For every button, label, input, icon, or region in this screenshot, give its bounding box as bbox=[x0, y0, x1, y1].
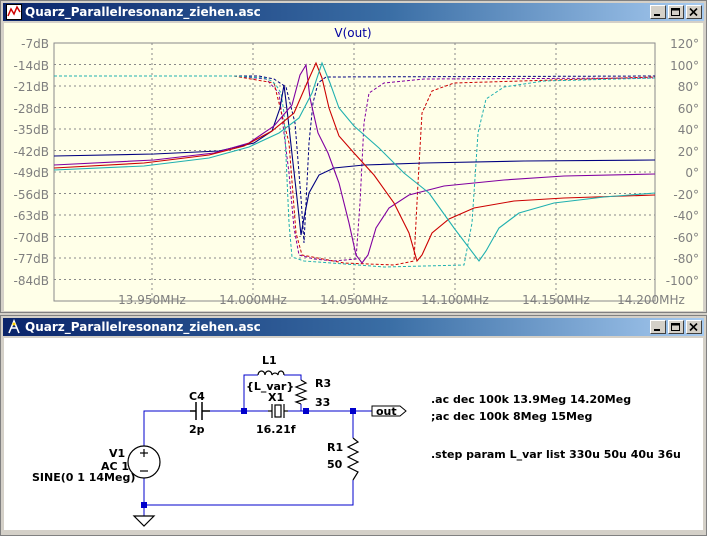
left-tick-label: -35dB bbox=[14, 123, 49, 137]
restore-icon bbox=[671, 8, 680, 16]
plot-minimize-button[interactable] bbox=[650, 5, 666, 19]
voltage-source-v1[interactable]: V1 AC 1 SINE(0 1 14Meg) bbox=[32, 445, 161, 484]
directive-ac-comment[interactable]: ;ac dec 100k 8Meg 15Meg bbox=[431, 410, 592, 423]
r1-name: R1 bbox=[327, 441, 343, 454]
left-tick-label: -21dB bbox=[14, 80, 49, 94]
x-tick-label: 14.000MHz bbox=[219, 293, 287, 307]
plot-window: Quarz_Parallelresonanz_ziehen.asc V(out)… bbox=[0, 0, 707, 313]
left-tick-label: -77dB bbox=[14, 252, 49, 266]
left-tick-label: -70dB bbox=[14, 231, 49, 245]
directive-ac[interactable]: .ac dec 100k 13.9Meg 14.20Meg bbox=[431, 393, 631, 406]
schematic-window: Quarz_Parallelresonanz_ziehen.asc C4 2p … bbox=[0, 315, 707, 536]
right-tick-label: 80° bbox=[678, 80, 699, 94]
x-tick-label: 14.150MHz bbox=[522, 293, 590, 307]
schematic-window-titlebar[interactable]: Quarz_Parallelresonanz_ziehen.asc bbox=[3, 318, 704, 336]
x-tick-label: 14.100MHz bbox=[421, 293, 489, 307]
plot-window-title: Quarz_Parallelresonanz_ziehen.asc bbox=[25, 5, 261, 19]
close-icon bbox=[689, 8, 698, 17]
schematic-minimize-button[interactable] bbox=[650, 320, 666, 334]
capacitor-c4[interactable]: C4 2p bbox=[189, 390, 210, 436]
directive-step[interactable]: .step param L_var list 330u 50u 40u 36u bbox=[431, 448, 681, 461]
right-tick-label: -20° bbox=[673, 188, 699, 202]
x-tick-label: 13.950MHz bbox=[118, 293, 186, 307]
x-axis-ticks: 13.950MHz 14.000MHz 14.050MHz 14.100MHz … bbox=[118, 293, 685, 307]
left-tick-label: -63dB bbox=[14, 209, 49, 223]
left-tick-label: -42dB bbox=[14, 145, 49, 159]
c4-value: 2p bbox=[189, 423, 205, 436]
left-tick-label: -56dB bbox=[14, 188, 49, 202]
v1-name: V1 bbox=[109, 447, 125, 460]
minimize-icon bbox=[654, 329, 660, 331]
plot-restore-button[interactable] bbox=[668, 5, 684, 19]
schematic-close-button[interactable] bbox=[686, 320, 702, 334]
right-tick-label: -40° bbox=[673, 209, 699, 223]
waveform-plot-area[interactable]: V(out) -7dB -14dB -21dB -28dB -35dB -42d… bbox=[4, 23, 703, 311]
resistor-icon bbox=[346, 437, 360, 481]
left-tick-label: -7dB bbox=[21, 37, 49, 51]
l1-name: L1 bbox=[262, 354, 277, 367]
r3-name: R3 bbox=[315, 377, 331, 390]
minimize-icon bbox=[654, 14, 660, 16]
right-axis-ticks: 120° 100° 80° 60° 40° 20° 0° -20° -40° -… bbox=[666, 37, 699, 288]
schematic-restore-button[interactable] bbox=[668, 320, 684, 334]
restore-icon bbox=[671, 323, 680, 331]
trace-label[interactable]: V(out) bbox=[334, 26, 371, 40]
right-tick-label: 20° bbox=[678, 145, 699, 159]
r1-value: 50 bbox=[327, 458, 343, 471]
close-icon bbox=[689, 323, 698, 332]
inductor-l1[interactable]: L1 {L_var} bbox=[246, 354, 294, 393]
out-label: out bbox=[376, 405, 397, 418]
left-tick-label: -14dB bbox=[14, 59, 49, 73]
plot-window-titlebar[interactable]: Quarz_Parallelresonanz_ziehen.asc bbox=[3, 3, 704, 21]
ground-icon bbox=[132, 515, 156, 527]
crystal-icon bbox=[268, 404, 288, 418]
left-tick-label: -28dB bbox=[14, 102, 49, 116]
magnitude-trace-red[interactable] bbox=[53, 61, 656, 263]
right-tick-label: -80° bbox=[673, 252, 699, 266]
x-tick-label: 14.050MHz bbox=[320, 293, 388, 307]
crystal-x1[interactable]: X1 16.21f bbox=[256, 391, 296, 436]
waveform-plot: V(out) -7dB -14dB -21dB -28dB -35dB -42d… bbox=[14, 26, 699, 307]
plot-window-icon bbox=[6, 4, 22, 20]
schematic-window-icon bbox=[8, 319, 20, 334]
c4-name: C4 bbox=[189, 390, 205, 403]
schematic-drawing: C4 2p L1 {L_var} R3 33 X1 16.21f out R1 … bbox=[32, 354, 681, 527]
resistor-r1[interactable]: R1 50 bbox=[327, 437, 360, 481]
right-tick-label: -100° bbox=[666, 274, 699, 288]
v1-value: SINE(0 1 14Meg) bbox=[32, 471, 135, 484]
schematic-window-title: Quarz_Parallelresonanz_ziehen.asc bbox=[25, 320, 261, 334]
right-tick-label: 120° bbox=[670, 37, 699, 51]
plot-close-button[interactable] bbox=[686, 5, 702, 19]
plot-grid bbox=[54, 43, 655, 301]
schematic-canvas[interactable]: C4 2p L1 {L_var} R3 33 X1 16.21f out R1 … bbox=[4, 338, 703, 530]
right-tick-label: 40° bbox=[678, 123, 699, 137]
junctions bbox=[141, 408, 356, 508]
output-port[interactable]: out bbox=[371, 405, 407, 418]
r3-value: 33 bbox=[315, 396, 330, 409]
resistor-icon bbox=[294, 379, 308, 405]
left-tick-label: -49dB bbox=[14, 166, 49, 180]
left-axis-ticks: -7dB -14dB -21dB -28dB -35dB -42dB -49dB… bbox=[14, 37, 49, 288]
magnitude-trace-teal[interactable] bbox=[53, 61, 656, 262]
right-tick-label: 60° bbox=[678, 102, 699, 116]
right-tick-label: -60° bbox=[673, 231, 699, 245]
left-tick-label: -84dB bbox=[14, 274, 49, 288]
right-tick-label: 100° bbox=[670, 59, 699, 73]
x1-value: 16.21f bbox=[256, 423, 296, 436]
right-tick-label: 0° bbox=[685, 166, 699, 180]
x1-name: X1 bbox=[268, 391, 284, 404]
inductor-icon bbox=[257, 370, 285, 376]
x-tick-label: 14.200MHz bbox=[617, 293, 685, 307]
capacitor-icon bbox=[190, 402, 210, 420]
spice-directives: .ac dec 100k 13.9Meg 14.20Meg ;ac dec 10… bbox=[431, 393, 681, 461]
